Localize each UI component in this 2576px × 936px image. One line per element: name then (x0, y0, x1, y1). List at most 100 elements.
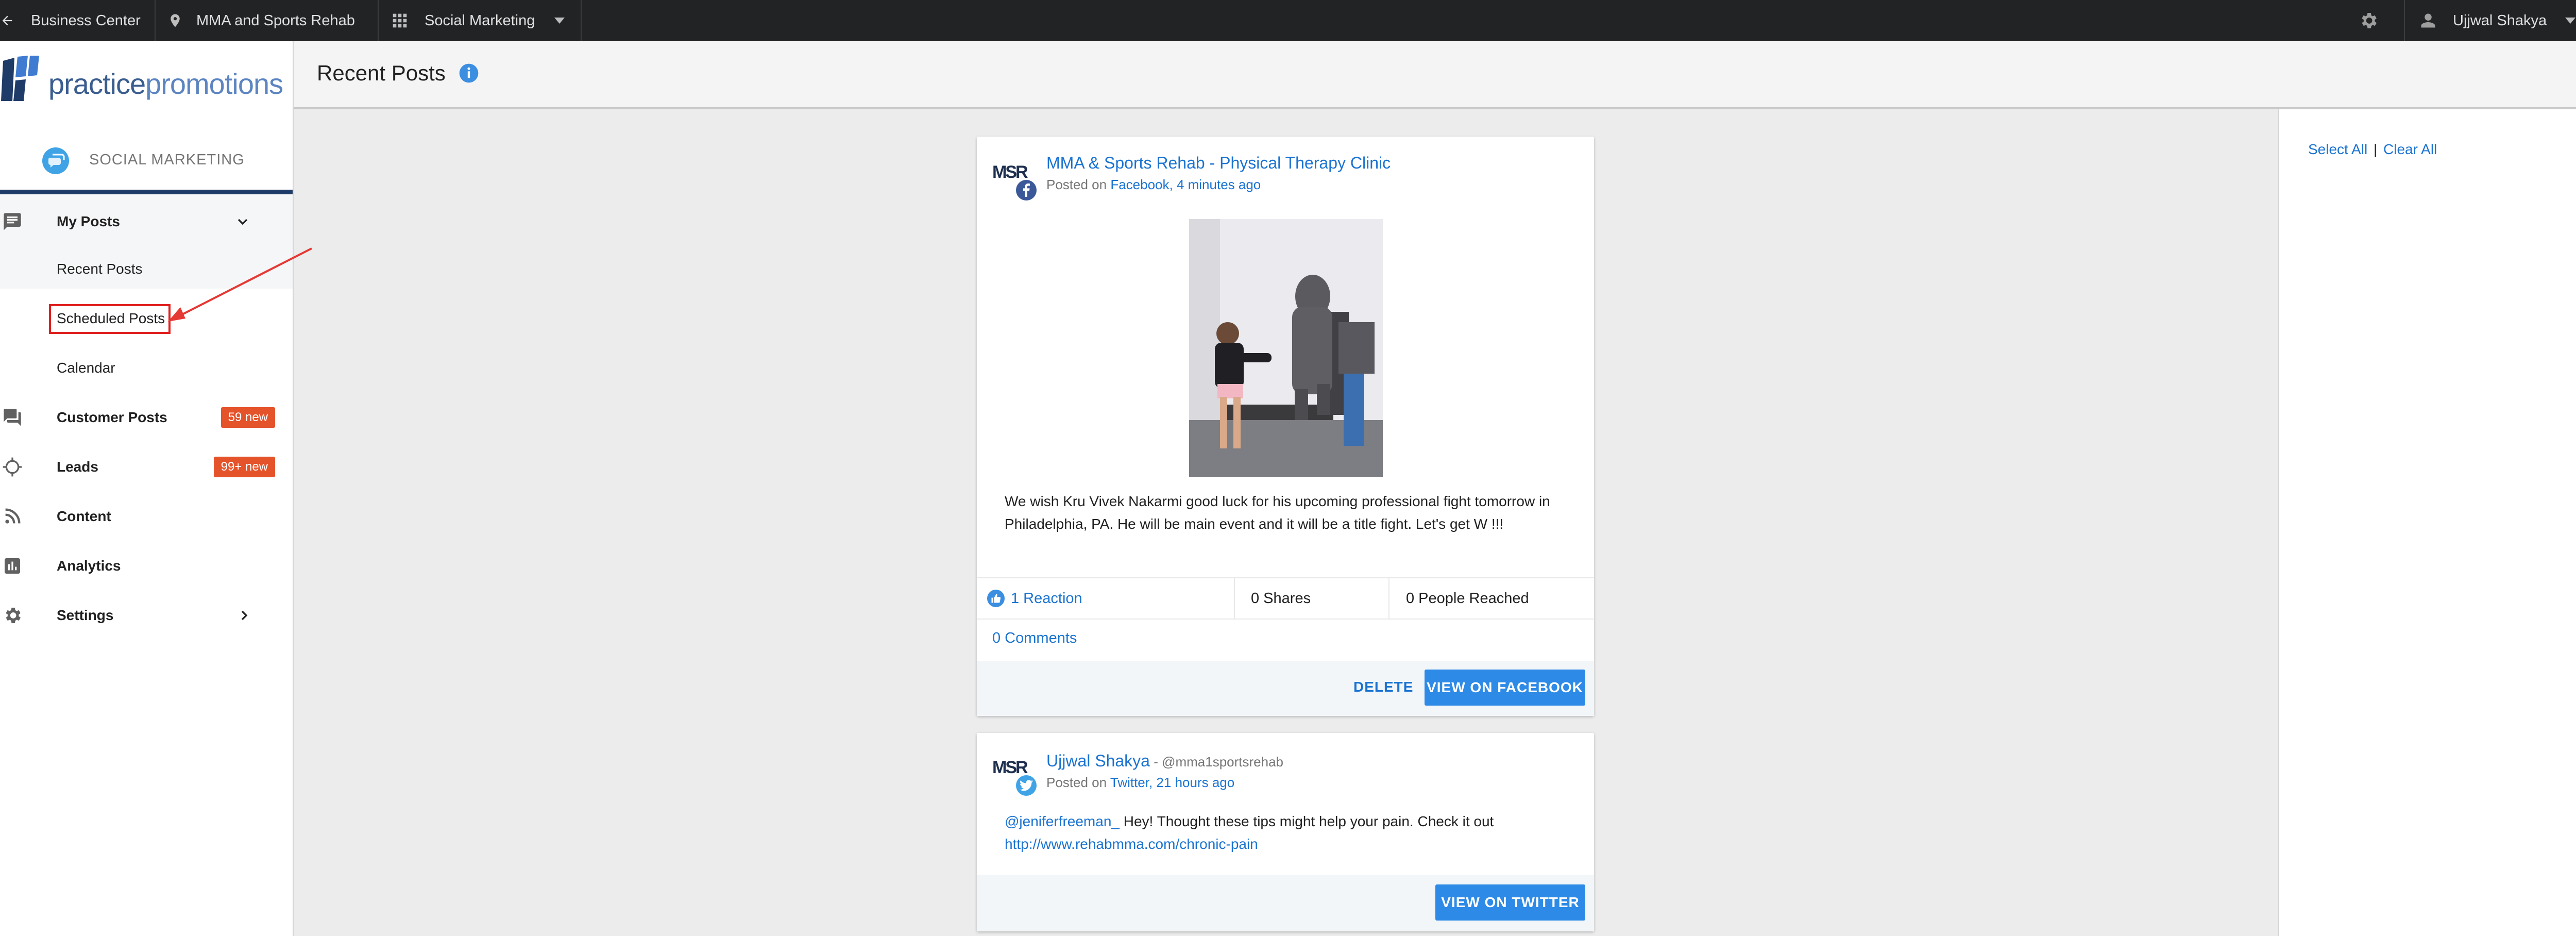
chat-bubble-icon (2, 211, 23, 232)
topbar-divider (155, 0, 156, 41)
post-meta-prefix: Posted on (1046, 177, 1111, 192)
sidebar-item-label: Leads (57, 459, 98, 475)
brand-logo[interactable]: practicepromotions (0, 52, 293, 108)
post-author[interactable]: MMA & Sports Rehab - Physical Therapy Cl… (1046, 154, 1391, 173)
twitter-icon (1016, 775, 1037, 796)
topbar-divider (378, 0, 379, 41)
social-marketing-label: SOCIAL MARKETING (89, 152, 245, 168)
facebook-icon (1016, 180, 1037, 200)
comments-label: 0 Comments (992, 630, 1077, 646)
settings-button[interactable] (2358, 0, 2379, 41)
people-reached-stat: 0 People Reached (1406, 590, 1529, 607)
sidebar-item-label: Settings (57, 607, 114, 623)
sidebar-item-analytics[interactable]: Analytics (0, 550, 293, 581)
post-photo (1189, 219, 1383, 477)
shares-stat: 0 Shares (1251, 590, 1311, 607)
sidebar-item-label: Customer Posts (57, 409, 167, 425)
post-text: @jeniferfreeman_ Hey! Thought these tips… (1005, 810, 1571, 856)
thumbs-up-icon (987, 590, 1005, 607)
post-meta: Posted on Facebook, 4 minutes ago (1046, 177, 1261, 193)
post-stats: 1 Reaction 0 Shares 0 People Reached (977, 577, 1594, 620)
sidebar-item-my-posts[interactable]: My Posts (0, 206, 293, 237)
location-link[interactable]: MMA and Sports Rehab (167, 0, 355, 41)
avatar-logo: MSR (992, 162, 1028, 182)
mention-link[interactable]: @jeniferfreeman_ (1005, 813, 1120, 829)
back-arrow-icon (0, 13, 14, 28)
chevron-right-icon (236, 607, 252, 626)
topbar-divider (2404, 0, 2405, 41)
sidebar-item-customer-posts[interactable]: Customer Posts 59 new (0, 402, 293, 433)
sidebar-item-label: Content (57, 508, 111, 524)
view-on-facebook-button[interactable]: VIEW ON FACEBOOK (1425, 670, 1585, 706)
gear-icon (2, 605, 23, 626)
forum-icon (2, 407, 23, 428)
post-source-link[interactable]: Twitter, 21 hours ago (1110, 775, 1234, 790)
selection-controls: Select All | Clear All (2308, 141, 2437, 158)
filter-panel: Select All | Clear All (2278, 109, 2576, 936)
brand-name: practicepromotions (48, 67, 283, 101)
post-image[interactable] (1189, 219, 1383, 477)
post-text-body: Hey! Thought these tips might help your … (1119, 813, 1494, 829)
practice-promotions-logo-icon (1, 56, 39, 101)
sidebar-item-content[interactable]: Content (0, 501, 293, 532)
card-actions: DELETE VIEW ON FACEBOOK (977, 661, 1594, 716)
new-count-badge: 59 new (221, 407, 275, 428)
avatar-logo: MSR (992, 758, 1028, 777)
avatar: MSR (992, 157, 1037, 200)
gear-icon (2358, 10, 2379, 31)
location-pin-icon (167, 11, 183, 30)
brand-name-part2: promotions (145, 68, 283, 100)
rss-feed-icon (2, 506, 23, 527)
post-source-link[interactable]: Facebook, 4 minutes ago (1110, 177, 1261, 192)
clear-all-link[interactable]: Clear All (2383, 141, 2437, 157)
user-icon (2419, 11, 2437, 30)
view-on-twitter-button[interactable]: VIEW ON TWITTER (1435, 884, 1585, 921)
sidebar-item-label: My Posts (57, 213, 120, 229)
business-center-label: Business Center (31, 12, 141, 29)
select-all-link[interactable]: Select All (2308, 141, 2367, 157)
app-switcher[interactable]: Social Marketing (392, 0, 565, 41)
avatar: MSR (992, 753, 1037, 796)
bar-chart-icon (2, 556, 23, 576)
stat-divider (1234, 578, 1235, 619)
sidebar-item-settings[interactable]: Settings (0, 600, 293, 631)
reactions-stat[interactable]: 1 Reaction (987, 578, 1082, 619)
post-text: We wish Kru Vivek Nakarmi good luck for … (1005, 493, 1550, 532)
brand-name-part1: practice (48, 68, 146, 100)
chevron-down-icon (234, 213, 251, 232)
sidebar-item-leads[interactable]: Leads 99+ new (0, 452, 293, 482)
info-icon[interactable] (457, 62, 480, 87)
user-menu[interactable]: Ujjwal Shakya (2419, 0, 2576, 41)
caret-down-icon (554, 18, 565, 24)
highlight-annotation-box (49, 304, 171, 334)
card-actions: VIEW ON TWITTER (977, 875, 1594, 931)
new-count-badge: 99+ new (213, 457, 275, 477)
crosshair-icon (2, 457, 23, 477)
apps-grid-icon (392, 12, 408, 29)
separator: | (2373, 141, 2378, 157)
post-author-name[interactable]: Ujjwal Shakya (1046, 751, 1150, 770)
sidebar-item-label: Recent Posts (57, 261, 143, 277)
social-marketing-section: SOCIAL MARKETING (0, 134, 293, 186)
topbar-divider (581, 0, 582, 41)
sidebar-item-label: Calendar (57, 360, 115, 376)
stat-divider (1388, 578, 1389, 619)
sidebar-item-calendar[interactable]: Calendar (0, 354, 293, 382)
reactions-label: 1 Reaction (1011, 590, 1082, 607)
comments-link[interactable]: 0 Comments (992, 630, 1077, 647)
business-center-link[interactable]: Business Center (0, 0, 141, 41)
app-label: Social Marketing (425, 12, 535, 29)
post-url-link[interactable]: http://www.rehabmma.com/chronic-pain (1005, 836, 1258, 852)
page-title: Recent Posts (317, 61, 446, 85)
page-header: Recent Posts (294, 41, 2576, 109)
social-marketing-icon (41, 146, 70, 178)
user-name: Ujjwal Shakya (2453, 12, 2547, 29)
location-label: MMA and Sports Rehab (196, 12, 355, 29)
sidebar-divider (0, 190, 293, 194)
post-meta-prefix: Posted on (1046, 775, 1110, 790)
delete-button[interactable]: DELETE (1353, 679, 1413, 695)
post-author: Ujjwal Shakya - @mma1sportsrehab (1046, 751, 1283, 771)
post-card: MSR MMA & Sports Rehab - Physical Therap… (977, 137, 1594, 716)
sidebar: practicepromotions SOCIAL MARKETING My P… (0, 41, 294, 936)
caret-down-icon (2565, 18, 2576, 24)
